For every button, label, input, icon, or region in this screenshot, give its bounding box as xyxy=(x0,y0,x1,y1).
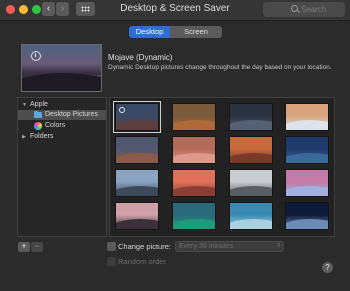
tab-bar: Desktop Screen Saver xyxy=(129,26,222,38)
source-sidebar: ▼ Apple Desktop Pictures Colors ▶ Folder… xyxy=(17,97,107,237)
wallpaper-thumbnail[interactable] xyxy=(115,169,159,197)
search-input[interactable] xyxy=(301,3,343,15)
sidebar-item-label: Colors xyxy=(45,122,66,129)
disclosure-down-icon[interactable]: ▼ xyxy=(22,100,27,110)
dynamic-clock-icon xyxy=(31,51,41,61)
add-folder-button[interactable]: + xyxy=(18,242,30,252)
colors-icon xyxy=(34,122,42,130)
sidebar-item-label: Folders xyxy=(30,133,54,140)
wallpaper-thumbnail[interactable] xyxy=(172,202,216,230)
change-picture-label: Change picture: xyxy=(118,242,171,251)
wallpaper-thumbnail[interactable] xyxy=(285,202,329,230)
wallpaper-thumbnail[interactable] xyxy=(229,136,273,164)
tab-screen-saver[interactable]: Screen Saver xyxy=(170,26,222,38)
wallpaper-thumbnail[interactable] xyxy=(229,202,273,230)
wallpaper-thumbnail[interactable] xyxy=(115,136,159,164)
remove-folder-button[interactable]: − xyxy=(31,242,43,252)
sidebar-item-colors[interactable]: Colors xyxy=(18,121,106,131)
wallpaper-thumbnail[interactable] xyxy=(229,103,273,131)
disclosure-right-icon[interactable]: ▶ xyxy=(22,132,26,142)
change-picture-checkbox[interactable] xyxy=(107,242,116,251)
sidebar-item-label: Apple xyxy=(30,101,48,108)
wallpaper-thumbnail[interactable] xyxy=(172,136,216,164)
dynamic-clock-icon xyxy=(119,107,125,113)
sidebar-item-label: Desktop Pictures xyxy=(45,111,98,118)
wallpaper-thumbnail[interactable] xyxy=(172,103,216,131)
wallpaper-thumbnail[interactable] xyxy=(115,202,159,230)
chevron-updown-icon: ⇕ xyxy=(275,243,281,249)
sidebar-item-desktop-pictures[interactable]: Desktop Pictures xyxy=(18,110,106,120)
search-icon xyxy=(291,5,298,12)
wallpaper-thumbnail[interactable] xyxy=(285,136,329,164)
wallpaper-thumbnail[interactable] xyxy=(285,169,329,197)
wallpaper-thumbnail[interactable] xyxy=(113,101,161,133)
sidebar-item-apple[interactable]: ▼ Apple xyxy=(18,100,106,110)
wallpaper-thumbnail[interactable] xyxy=(229,169,273,197)
tab-desktop[interactable]: Desktop xyxy=(129,26,170,38)
wallpaper-description: Dynamic Desktop pictures change througho… xyxy=(108,64,332,71)
random-order-checkbox[interactable] xyxy=(107,257,116,266)
help-button[interactable]: ? xyxy=(322,262,333,273)
wallpaper-thumbnail[interactable] xyxy=(172,169,216,197)
random-order-label: Random order xyxy=(118,257,166,266)
folder-icon xyxy=(34,110,42,118)
change-interval-select[interactable]: Every 30 minutes ⇕ xyxy=(175,241,284,252)
search-field[interactable] xyxy=(263,2,345,17)
wallpaper-grid xyxy=(109,97,335,237)
title-bar: ‹ › Desktop & Screen Saver xyxy=(0,0,350,21)
wallpaper-title: Mojave (Dynamic) xyxy=(108,53,173,62)
sidebar-item-folders[interactable]: ▶ Folders xyxy=(18,132,106,142)
current-wallpaper-preview xyxy=(21,44,102,92)
interval-value: Every 30 minutes xyxy=(179,243,234,250)
wallpaper-thumbnail[interactable] xyxy=(285,103,329,131)
